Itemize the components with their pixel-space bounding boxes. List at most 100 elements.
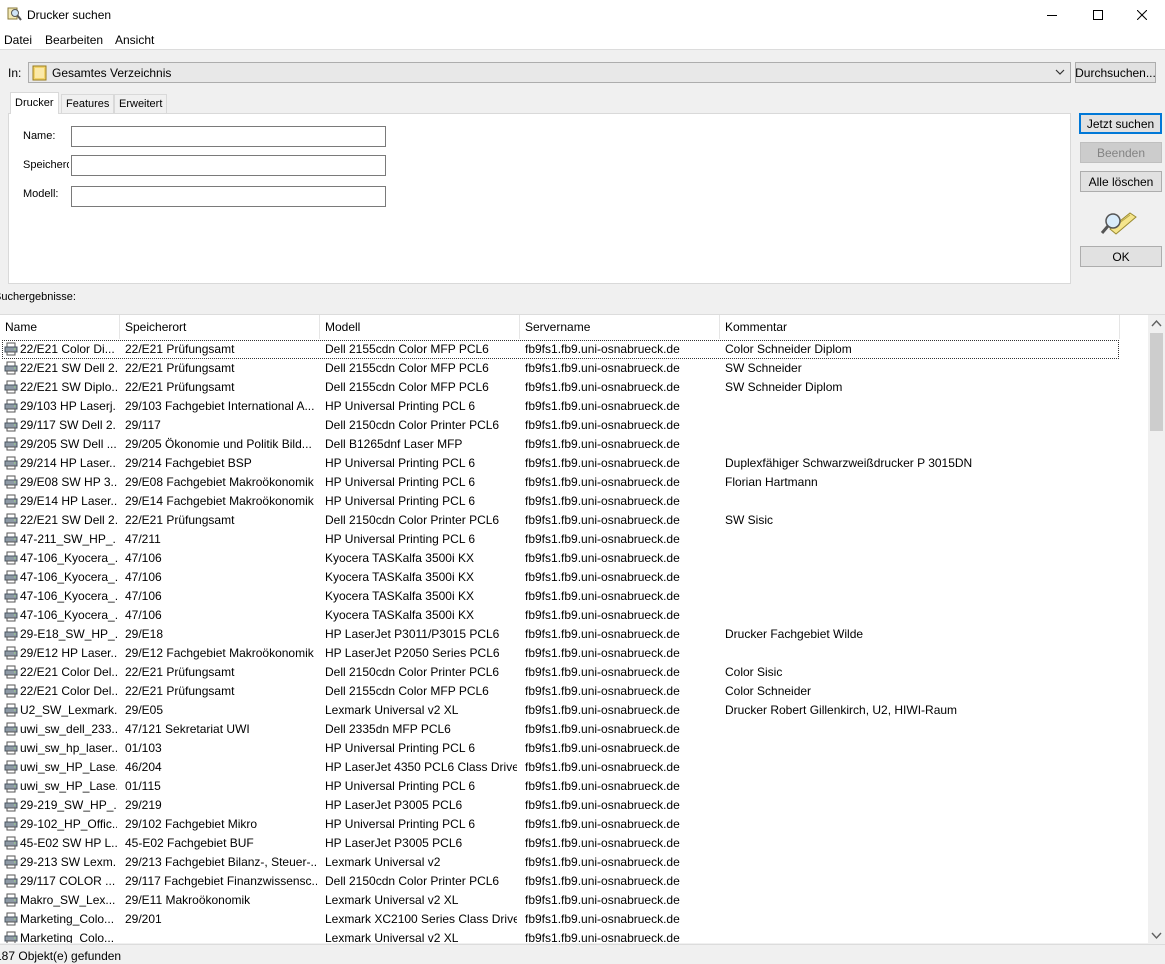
- table-row[interactable]: 22/E21 SW Dell 2... 22/E21 Prüfungsamt Del…: [0, 359, 1147, 378]
- cell-model: Lexmark Universal v2 XL: [325, 893, 459, 907]
- column-header-server[interactable]: Servername: [520, 315, 720, 339]
- cell-server: fb9fs1.fb9.uni-osnabrueck.de: [525, 665, 680, 679]
- tab-drucker[interactable]: Drucker: [10, 92, 59, 114]
- cell-server: fb9fs1.fb9.uni-osnabrueck.de: [525, 570, 680, 584]
- cell-location: 47/106: [125, 570, 162, 584]
- table-row[interactable]: 29/E08 SW HP 3... 29/E08 Fachgebiet Makro…: [0, 473, 1147, 492]
- table-row[interactable]: 29/205 SW Dell ... 29/205 Ökonomie und Po…: [0, 435, 1147, 454]
- cell-server: fb9fs1.fb9.uni-osnabrueck.de: [525, 608, 680, 622]
- column-header-model[interactable]: Modell: [320, 315, 520, 339]
- cell-name: 29/205 SW Dell ...: [20, 437, 117, 451]
- table-row[interactable]: 29/103 HP Laserj... 29/103 Fachgebiet Int…: [0, 397, 1147, 416]
- table-row[interactable]: 22/E21 Color Del... 22/E21 Prüfungsamt Del…: [0, 663, 1147, 682]
- table-row[interactable]: 29/E14 HP Laser... 29/E14 Fachgebiet Makr…: [0, 492, 1147, 511]
- cell-model: Dell 2155cdn Color MFP PCL6: [325, 380, 489, 394]
- cell-name: 22/E21 Color Del...: [20, 665, 117, 679]
- table-row[interactable]: 29-219_SW_HP_... 29/219 HP LaserJet P3005 …: [0, 796, 1147, 815]
- scrollbar-thumb[interactable]: [1150, 333, 1163, 431]
- close-icon: [1137, 10, 1147, 20]
- printer-icon: [4, 665, 18, 679]
- table-row[interactable]: 29/E12 HP Laser... 29/E12 Fachgebiet Makr…: [0, 644, 1147, 663]
- table-row[interactable]: 29/214 HP Laser... 29/214 Fachgebiet BSP H…: [0, 454, 1147, 473]
- cell-location: 29/201: [125, 912, 162, 926]
- table-row[interactable]: 47-106_Kyocera_... 47/106 Kyocera TASKalfa…: [0, 568, 1147, 587]
- table-row[interactable]: 29/117 SW Dell 2... 29/117 Dell 2150cdn Co…: [0, 416, 1147, 435]
- menu-bearbeiten[interactable]: Bearbeiten: [45, 33, 103, 47]
- cell-model: HP Universal Printing PCL 6: [325, 494, 476, 508]
- printer-icon: [4, 570, 18, 584]
- tab-features[interactable]: Features: [61, 94, 115, 113]
- table-row[interactable]: uwi_sw_hp_laser... 01/103 HP Universal Pri…: [0, 739, 1147, 758]
- scroll-up-icon[interactable]: [1151, 319, 1162, 327]
- clear-all-button[interactable]: Alle löschen: [1080, 171, 1162, 192]
- model-input[interactable]: [71, 186, 386, 207]
- table-row[interactable]: 47-106_Kyocera_... 47/106 Kyocera TASKalfa…: [0, 606, 1147, 625]
- search-now-button[interactable]: Jetzt suchen: [1079, 113, 1162, 134]
- cell-comment: [725, 397, 1115, 416]
- table-row[interactable]: Makro_SW_Lex... 29/E11 Makroökonomik Lexm…: [0, 891, 1147, 910]
- cell-model: Dell 2150cdn Color Printer PCL6: [325, 513, 500, 527]
- scroll-down-icon[interactable]: [1151, 932, 1162, 940]
- table-row[interactable]: Marketing_Colo... Lexmark Universal v2 XL…: [0, 929, 1147, 943]
- table-row[interactable]: 22/E21 SW Diplo... 22/E21 Prüfungsamt Dell…: [0, 378, 1147, 397]
- printer-icon: [4, 760, 18, 774]
- cell-model: Lexmark Universal v2 XL: [325, 703, 459, 717]
- cell-model: Kyocera TASKalfa 3500i KX: [325, 570, 474, 584]
- close-button[interactable]: [1119, 0, 1165, 30]
- cell-comment: [725, 739, 1115, 758]
- table-row[interactable]: uwi_sw_dell_233... 47/121 Sekretariat UWI…: [0, 720, 1147, 739]
- cell-comment: Florian Hartmann: [725, 475, 818, 489]
- cell-location: 47/121 Sekretariat UWI: [125, 722, 250, 736]
- vertical-scrollbar[interactable]: [1148, 315, 1165, 943]
- column-header-comment[interactable]: Kommentar: [720, 315, 1120, 339]
- table-row[interactable]: 29-E18_SW_HP_... 29/E18 HP LaserJet P3011/…: [0, 625, 1147, 644]
- table-row[interactable]: 45-E02 SW HP L... 45-E02 Fachgebiet BUF HP…: [0, 834, 1147, 853]
- browse-button[interactable]: Durchsuchen...: [1075, 62, 1156, 83]
- table-row[interactable]: Marketing_Colo... 29/201 Lexmark XC2100 Se…: [0, 910, 1147, 929]
- table-row[interactable]: 29-213 SW Lexm... 29/213 Fachgebiet Bilan…: [0, 853, 1147, 872]
- cell-comment: [725, 853, 1115, 872]
- cell-location: [125, 929, 317, 943]
- column-header-location[interactable]: Speicherort: [120, 315, 320, 339]
- printer-icon: [4, 912, 18, 926]
- cell-name: 29/E14 HP Laser...: [20, 494, 117, 508]
- table-row[interactable]: uwi_sw_HP_Lase... 01/115 HP Universal Prin…: [0, 777, 1147, 796]
- name-input[interactable]: [71, 126, 386, 147]
- table-row[interactable]: 22/E21 Color Del... 22/E21 Prüfungsamt Del…: [0, 682, 1147, 701]
- cell-name: 29-219_SW_HP_...: [20, 798, 117, 812]
- table-row[interactable]: 29-102_HP_Offic... 29/102 Fachgebiet Mikr…: [0, 815, 1147, 834]
- column-header-name[interactable]: Name: [0, 315, 120, 339]
- search-scope-dropdown[interactable]: Gesamtes Verzeichnis: [28, 62, 1071, 83]
- cell-server: fb9fs1.fb9.uni-osnabrueck.de: [525, 722, 680, 736]
- cell-comment: Color Schneider: [725, 684, 812, 698]
- menu-ansicht[interactable]: Ansicht: [115, 33, 154, 47]
- printer-icon: [4, 684, 18, 698]
- cell-comment: [725, 815, 1115, 834]
- results-list[interactable]: Name Speicherort Modell Servername Komme…: [0, 314, 1165, 943]
- cell-model: Lexmark XC2100 Series Class Driver: [325, 912, 517, 926]
- printer-icon: [4, 608, 18, 622]
- table-row[interactable]: U2_SW_Lexmark... 29/E05 Lexmark Universal …: [0, 701, 1147, 720]
- cell-comment: [725, 777, 1115, 796]
- minimize-button[interactable]: [1029, 0, 1075, 30]
- cell-comment: Drucker Robert Gillenkirch, U2, HIWI-Rau…: [725, 703, 958, 717]
- location-input[interactable]: [71, 155, 386, 176]
- cell-location: 22/E21 Prüfungsamt: [125, 380, 235, 394]
- tab-erweitert[interactable]: Erweitert: [114, 94, 168, 113]
- cell-location: 29/E08 Fachgebiet Makroökonomik: [125, 475, 314, 489]
- chevron-down-icon: [1055, 69, 1065, 75]
- table-row[interactable]: 22/E21 Color Di... 22/E21 Prüfungsamt Dell…: [0, 340, 1147, 359]
- cell-server: fb9fs1.fb9.uni-osnabrueck.de: [525, 703, 680, 717]
- table-row[interactable]: 29/117 COLOR ... 29/117 Fachgebiet Finanz…: [0, 872, 1147, 891]
- ok-button[interactable]: OK: [1080, 246, 1162, 267]
- cell-name: U2_SW_Lexmark...: [20, 703, 117, 717]
- table-row[interactable]: 47-106_Kyocera_... 47/106 Kyocera TASKalfa…: [0, 587, 1147, 606]
- stop-button[interactable]: Beenden: [1080, 142, 1162, 163]
- table-row[interactable]: 47-211_SW_HP_... 47/211 HP Universal Print…: [0, 530, 1147, 549]
- table-row[interactable]: 22/E21 SW Dell 2... 22/E21 Prüfungsamt Del…: [0, 511, 1147, 530]
- table-row[interactable]: uwi_sw_HP_Lase... 46/204 HP LaserJet 4350 …: [0, 758, 1147, 777]
- menu-datei[interactable]: Datei: [4, 33, 32, 47]
- cell-name: 29/214 HP Laser...: [20, 456, 117, 470]
- maximize-button[interactable]: [1075, 0, 1121, 30]
- table-row[interactable]: 47-106_Kyocera_... 47/106 Kyocera TASKalfa…: [0, 549, 1147, 568]
